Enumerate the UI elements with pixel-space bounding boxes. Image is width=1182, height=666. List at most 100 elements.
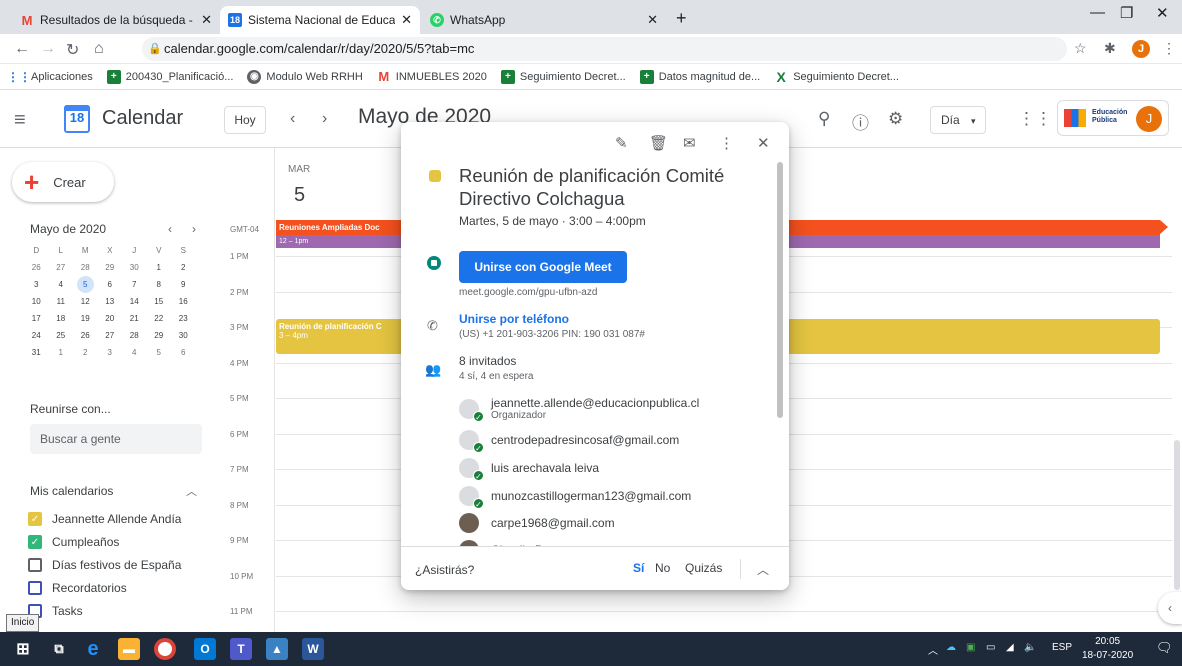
search-icon[interactable]: ⚲ [818,109,830,129]
new-tab-button[interactable]: + [676,8,687,29]
gear-icon[interactable]: ⚙ [888,109,903,129]
mini-day[interactable]: 2 [171,259,196,276]
close-window-button[interactable]: ✕ [1156,4,1169,22]
checkbox-icon[interactable] [28,558,42,572]
back-button[interactable]: ← [14,40,30,58]
mini-day[interactable]: 26 [24,259,49,276]
mini-day[interactable]: 6 [98,276,123,293]
minimize-button[interactable]: — [1090,4,1105,21]
battery-icon[interactable]: ▭ [986,642,995,653]
mini-next-button[interactable]: › [192,222,196,236]
extensions-icon[interactable]: ✱ [1104,40,1116,57]
main-menu-icon[interactable]: ≡ [14,109,26,132]
account-brand-area[interactable]: Educación Pública J [1057,100,1169,136]
outlook-icon[interactable]: O [194,638,216,660]
mini-day[interactable]: 1 [49,344,74,361]
mini-day[interactable]: 27 [49,259,74,276]
close-icon[interactable]: ✕ [647,12,658,28]
mini-day[interactable]: 16 [171,293,196,310]
rsvp-maybe-button[interactable]: Quizás [685,561,722,575]
chrome-icon[interactable] [154,638,176,660]
bookmark-item[interactable]: M INMUEBLES 2020 [377,69,487,84]
chevron-up-icon[interactable]: ︿ [757,561,769,578]
today-button[interactable]: Hoy [224,106,266,134]
mini-day[interactable]: 9 [171,276,196,293]
mini-day[interactable]: 19 [73,310,98,327]
close-icon[interactable]: ✕ [757,134,770,152]
mini-day[interactable]: 22 [147,310,172,327]
guest-item[interactable]: ✓ centrodepadresincosaf@gmail.com [459,430,679,453]
bookmark-item[interactable]: ◉ Modulo Web RRHH [247,69,363,84]
mini-day[interactable]: 28 [122,327,147,344]
previous-period-button[interactable]: ‹ [290,110,295,128]
mini-day[interactable]: 23 [171,310,196,327]
search-people-input[interactable]: Buscar a gente [30,424,202,454]
mini-day[interactable]: 7 [122,276,147,293]
edit-icon[interactable]: ✎ [615,134,628,152]
notifications-icon[interactable]: 🗨 [1156,640,1173,656]
word-icon[interactable]: W [302,638,324,660]
mini-day[interactable]: 3 [24,276,49,293]
rsvp-yes-button[interactable]: Sí [633,561,644,575]
close-icon[interactable]: ✕ [201,12,212,28]
join-meet-button[interactable]: Unirse con Google Meet [459,251,627,283]
mini-day[interactable]: 1 [147,259,172,276]
checkbox-icon[interactable]: ✓ [28,535,42,549]
mini-day[interactable]: 24 [24,327,49,344]
mini-day[interactable]: 21 [122,310,147,327]
mini-day[interactable]: 8 [147,276,172,293]
profile-avatar[interactable]: J [1132,40,1150,58]
mini-day[interactable]: 15 [147,293,172,310]
photos-icon[interactable]: ▲ [266,638,288,660]
restore-button[interactable]: ❐ [1120,4,1133,22]
mini-day[interactable]: 30 [171,327,196,344]
teams-icon[interactable]: T [230,638,252,660]
rsvp-no-button[interactable]: No [655,561,670,575]
scrollbar[interactable] [1174,440,1180,590]
calendar-item[interactable]: Recordatorios [28,581,127,595]
bookmark-item[interactable]: + Datos magnitud de... [639,69,760,84]
view-selector[interactable]: Día ▾ [930,106,986,134]
tab-calendar[interactable]: 18 Sistema Nacional de Educación P ✕ [220,6,420,34]
security-icon[interactable]: ▣ [966,642,975,653]
mini-day[interactable]: 30 [122,259,147,276]
mini-day[interactable]: 31 [24,344,49,361]
mini-day[interactable]: 28 [73,259,98,276]
mini-day[interactable]: 14 [122,293,147,310]
popup-scrollbar[interactable] [777,162,783,418]
task-view-icon[interactable]: ⧉ [48,638,70,660]
calendar-item[interactable]: ✓ Cumpleaños [28,535,119,549]
windows-start-icon[interactable]: ⊞ [12,638,34,660]
tray-overflow-icon[interactable]: ︿ [928,642,938,657]
calendar-item[interactable]: ✓ Jeannette Allende Andía [28,512,181,526]
mini-day[interactable]: 25 [49,327,74,344]
more-vert-icon[interactable]: ⋮ [1162,40,1176,57]
help-icon[interactable]: ⓘ [852,109,869,134]
guest-item[interactable]: ✓ luis arechavala leiva [459,458,599,481]
tab-gmail-search[interactable]: M Resultados de la búsqueda - jean ✕ [12,6,220,34]
mini-prev-button[interactable]: ‹ [168,222,172,236]
mini-day[interactable]: 5 [147,344,172,361]
mini-day[interactable]: 3 [98,344,123,361]
mini-day[interactable]: 6 [171,344,196,361]
mini-day[interactable]: 2 [73,344,98,361]
volume-icon[interactable]: 🔈 [1024,642,1036,653]
join-by-phone-link[interactable]: Unirse por teléfono [459,312,569,326]
email-icon[interactable]: ✉ [683,134,696,152]
reload-button[interactable]: ↻ [66,40,79,60]
mini-day[interactable]: 29 [98,259,123,276]
mini-day[interactable]: 26 [73,327,98,344]
checkbox-icon[interactable]: ✓ [28,512,42,526]
home-button[interactable]: ⌂ [94,40,104,58]
tab-whatsapp[interactable]: ✆ WhatsApp ✕ [422,6,666,34]
mini-day[interactable]: 4 [122,344,147,361]
calendar-item[interactable]: Días festivos de España [28,558,181,572]
language-indicator[interactable]: ESP [1052,642,1072,653]
onedrive-icon[interactable]: ☁ [946,642,956,653]
guest-item[interactable]: carpe1968@gmail.com [459,513,615,533]
next-period-button[interactable]: › [322,110,327,128]
mini-day[interactable]: 4 [49,276,74,293]
mini-day[interactable]: 13 [98,293,123,310]
side-panel-toggle[interactable]: ‹ [1158,592,1182,624]
create-button[interactable]: + Crear [12,162,114,202]
